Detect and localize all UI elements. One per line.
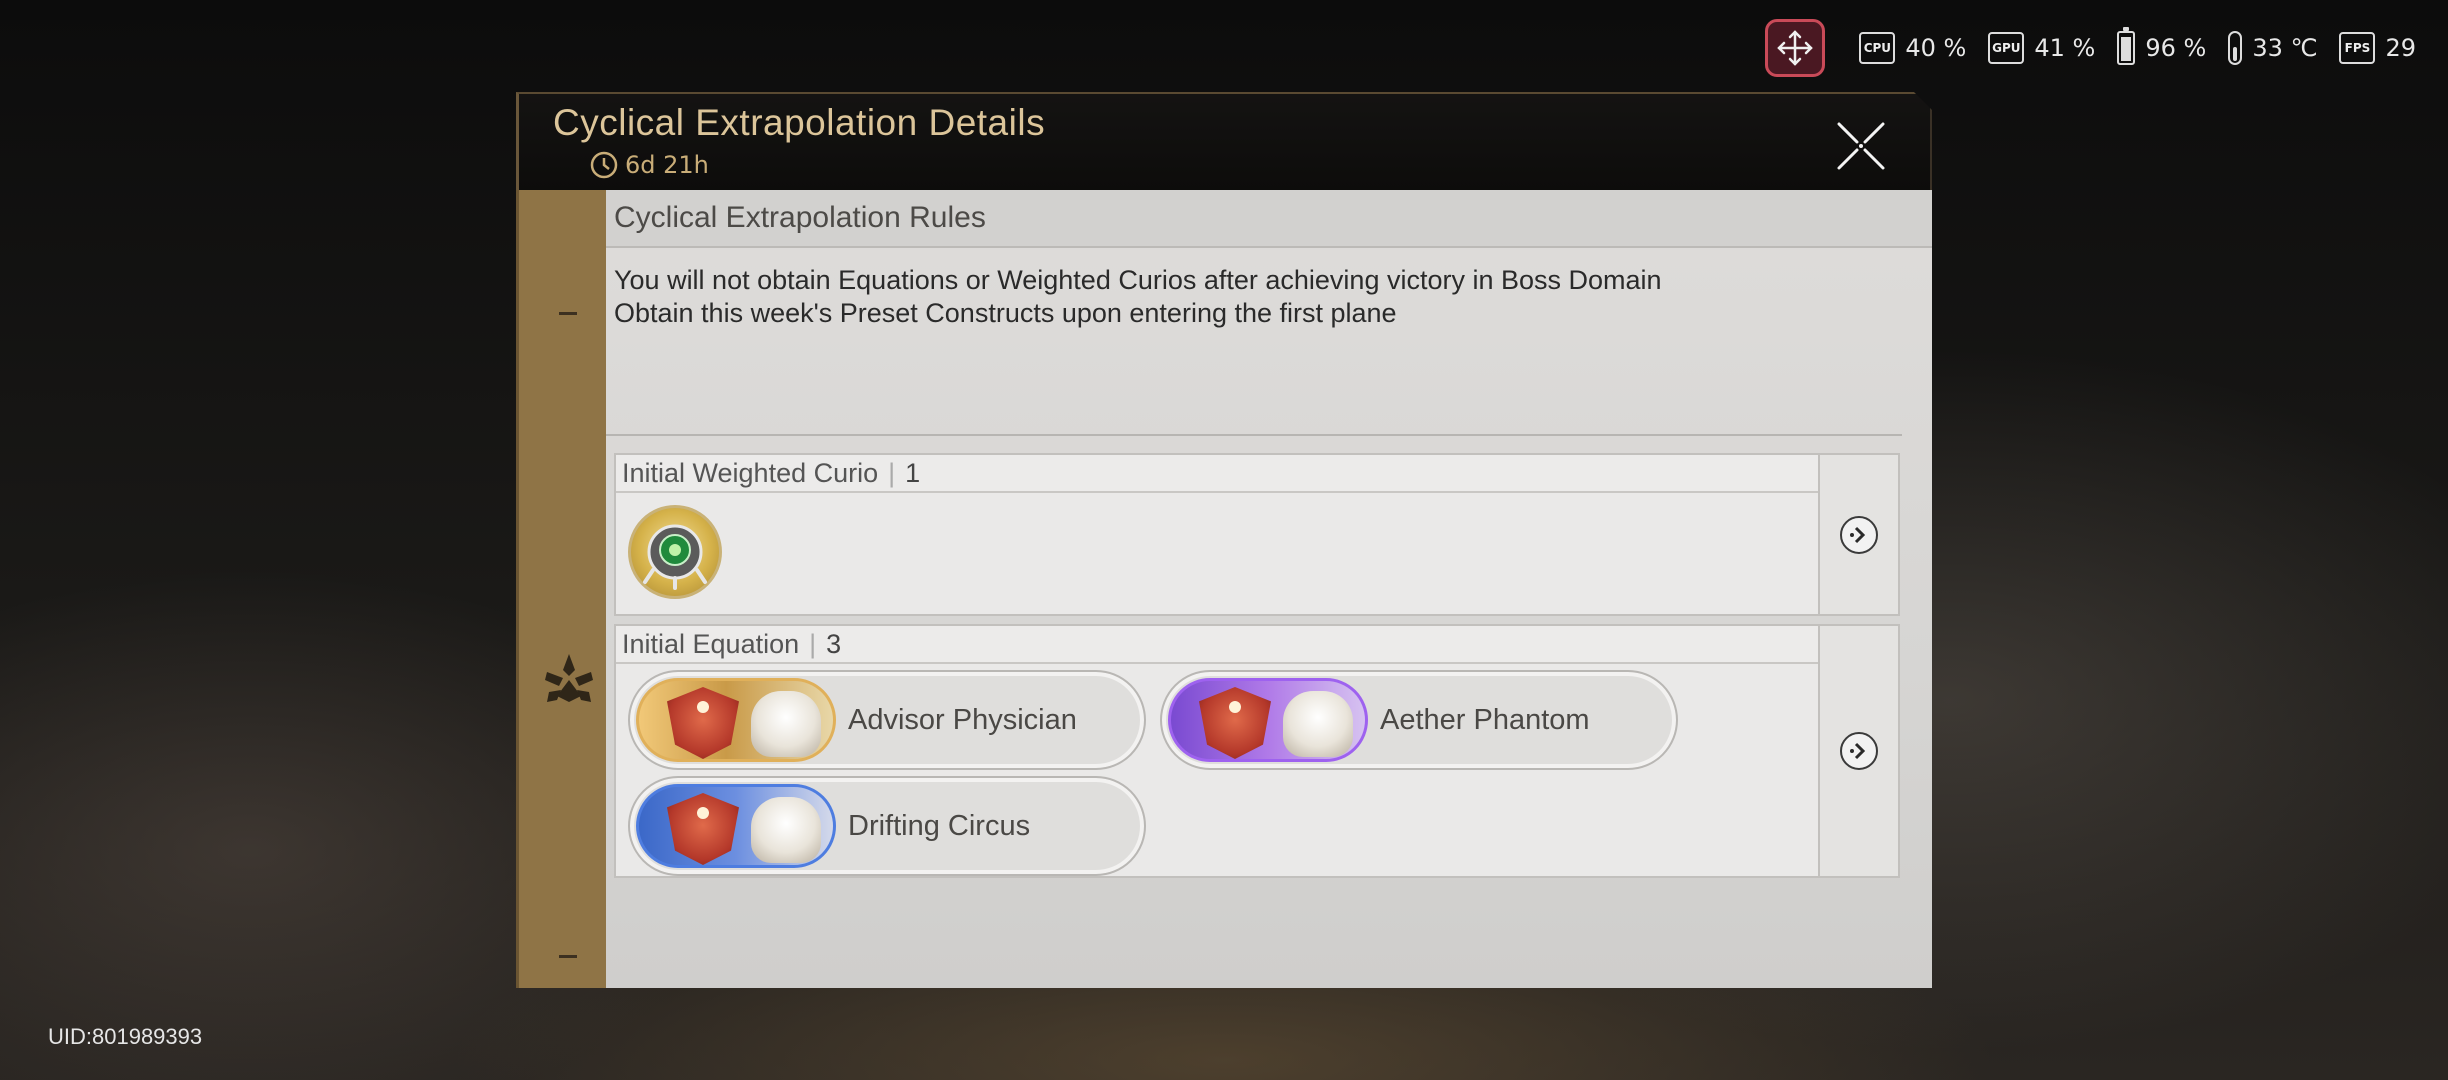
weighted-curio-count: 1 [905, 457, 921, 488]
panel-title: Cyclical Extrapolation Details [553, 102, 1046, 143]
sidebar-dash [559, 955, 577, 958]
battery-value: 96 % [2145, 34, 2207, 62]
status-bar: CPU 40 % GPU 41 % 96 % 33 ℃ FPS 29 [1765, 19, 2416, 77]
close-button[interactable] [1835, 120, 1887, 172]
chevron-right-icon [1850, 526, 1866, 543]
cpu-value: 40 % [1905, 34, 1967, 62]
curio-side-panel [1818, 455, 1898, 614]
uid-label: UID:801989393 [48, 1024, 203, 1049]
character-icon [1283, 691, 1353, 757]
character-icon [751, 691, 821, 757]
equation-section: Initial Equation | 3 Advisor Physician A… [614, 624, 1900, 878]
rules-heading: Cyclical Extrapolation Rules [606, 190, 1932, 248]
move-arrows-icon [1777, 30, 1814, 66]
timer-value: 6d 21h [625, 151, 709, 179]
fps-value: 29 [2385, 34, 2416, 62]
equation-art [636, 678, 836, 762]
equation-art [1168, 678, 1368, 762]
temperature-stat: 33 ℃ [2228, 31, 2317, 65]
gpu-icon: GPU [1988, 32, 2025, 64]
panel-header: Cyclical Extrapolation Details 6d 21h [516, 92, 1932, 190]
chevron-right-icon [1850, 742, 1866, 760]
equation-name: Aether Phantom [1380, 703, 1590, 736]
timer: 6d 21h [589, 150, 709, 180]
fps-icon: FPS [2339, 32, 2376, 64]
equation-drifting-circus[interactable]: Drifting Circus [628, 776, 1146, 876]
thermometer-icon [2228, 31, 2243, 65]
weighted-curio-item[interactable] [628, 505, 722, 599]
equation-aether-phantom[interactable]: Aether Phantom [1160, 670, 1678, 770]
equation-count: 3 [826, 628, 842, 659]
mask-icon [1199, 687, 1271, 759]
equation-name: Drifting Circus [848, 809, 1031, 842]
gpu-value: 41 % [2034, 34, 2096, 62]
close-icon [1837, 122, 1885, 170]
gpu-stat: GPU 41 % [1988, 32, 2095, 64]
cpu-icon: CPU [1859, 32, 1896, 64]
equation-details-button[interactable] [1840, 732, 1878, 770]
mask-icon [667, 793, 739, 865]
equation-name: Advisor Physician [848, 703, 1077, 736]
move-overlay-button[interactable] [1765, 19, 1826, 77]
equation-label: Initial Equation | 3 [616, 626, 1820, 664]
panel-sidebar [516, 190, 606, 988]
equation-advisor-physician[interactable]: Advisor Physician [628, 670, 1146, 770]
details-panel: Cyclical Extrapolation Details 6d 21h Cy… [516, 92, 1932, 988]
weighted-curio-label: Initial Weighted Curio | 1 [616, 455, 1820, 493]
temperature-value: 33 ℃ [2252, 34, 2318, 62]
rule-line: Obtain this week's Preset Constructs upo… [614, 298, 1397, 328]
clock-icon [590, 151, 618, 179]
panel-content: Cyclical Extrapolation Rules You will no… [606, 190, 1932, 988]
rules-text: You will not obtain Equations or Weighte… [606, 248, 1932, 330]
equation-side-panel [1818, 626, 1898, 876]
curio-details-button[interactable] [1840, 515, 1878, 554]
battery-icon [2117, 27, 2136, 65]
rule-line: You will not obtain Equations or Weighte… [614, 265, 1662, 295]
battery-stat: 96 % [2117, 27, 2207, 65]
curio-gem-icon [643, 524, 707, 590]
sidebar-dash [559, 312, 577, 315]
divider [606, 434, 1902, 436]
emblem-icon [545, 654, 593, 702]
mask-icon [667, 687, 739, 759]
cpu-stat: CPU 40 % [1859, 32, 1966, 64]
fps-stat: FPS 29 [2339, 32, 2416, 64]
equation-art [636, 784, 836, 868]
character-icon [751, 797, 821, 863]
weighted-curio-section: Initial Weighted Curio | 1 [614, 453, 1900, 616]
